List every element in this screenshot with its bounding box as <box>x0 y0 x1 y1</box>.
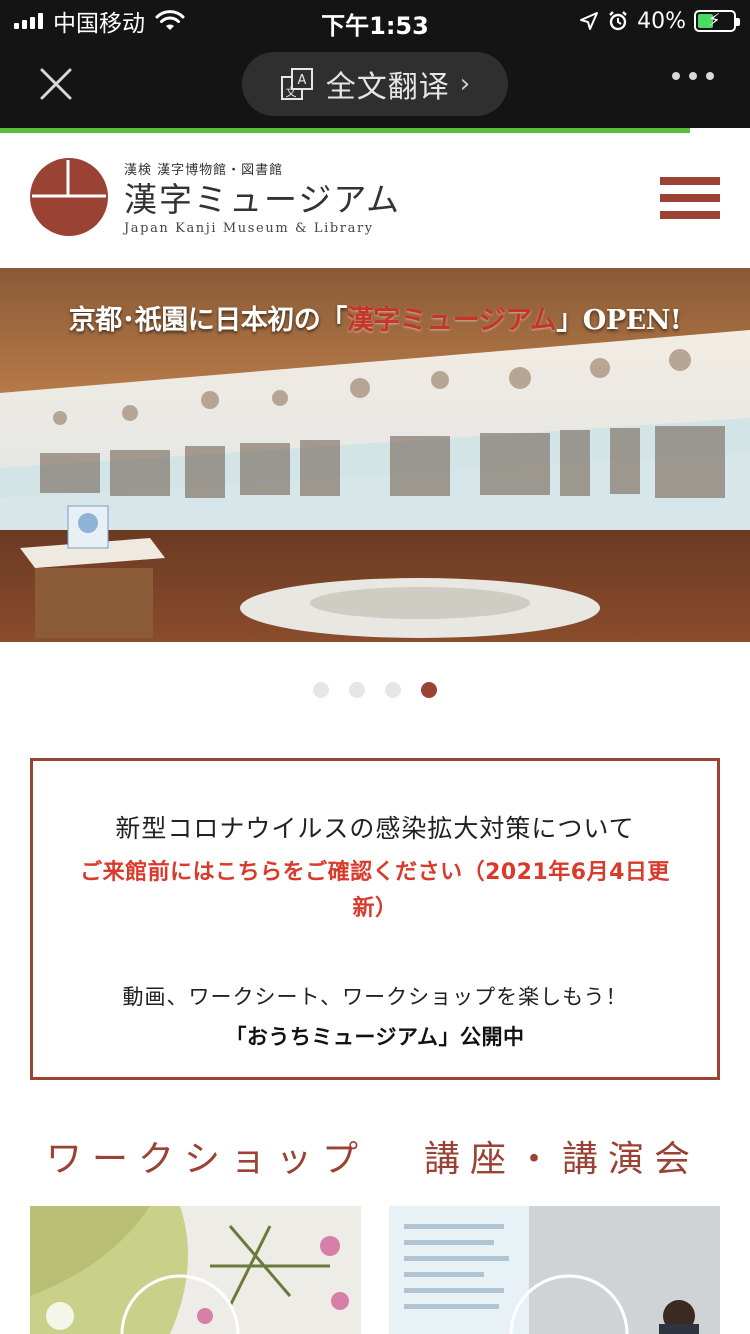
hero-caption-highlight: 漢字ミュージアム <box>346 305 557 336</box>
workshop-image <box>30 1206 361 1334</box>
translate-button[interactable]: A 文 全文翻译 › <box>242 52 508 116</box>
section-title-workshop[interactable]: ワークショップ <box>46 1130 368 1182</box>
workshop-card[interactable] <box>30 1206 361 1334</box>
carousel-dot[interactable] <box>349 682 365 698</box>
carousel-dot[interactable] <box>385 682 401 698</box>
battery-charging-icon: ⚡ <box>694 10 740 32</box>
notice-body: 動画、ワークシート、ワークショップを楽しもう！ <box>122 985 628 1009</box>
carousel-dots <box>0 682 750 698</box>
logo-text[interactable]: 漢検 漢字博物館・図書館 漢字ミュージアム Japan Kanji Museum… <box>124 159 401 236</box>
hero-caption-suffix: 」OPEN! <box>556 305 682 336</box>
section-title-lecture[interactable]: 講座・講演会 <box>424 1130 700 1182</box>
covid-notice: 新型コロナウイルスの感染拡大対策について ご来館前にはこちらをご確認ください（2… <box>30 758 720 1080</box>
logo-subtitle: 漢検 漢字博物館・図書館 <box>124 163 284 178</box>
battery-percent: 40% <box>637 8 686 34</box>
site-header: 漢検 漢字博物館・図書館 漢字ミュージアム Japan Kanji Museum… <box>0 133 750 268</box>
logo-title: 漢字ミュージアム <box>124 180 402 219</box>
home-museum-link[interactable]: 「おうちミュージアム」公開中 <box>33 1021 717 1051</box>
svg-text:文: 文 <box>285 85 296 99</box>
status-bar: 中国移动 下午1:53 40% ⚡ <box>0 0 750 42</box>
status-right: 40% ⚡ <box>579 6 740 36</box>
hero-caption: 京都･祇園に日本初の「漢字ミュージアム」OPEN! <box>0 298 750 337</box>
lecture-image <box>389 1206 720 1334</box>
lecture-card[interactable] <box>389 1206 720 1334</box>
logo-english: Japan Kanji Museum & Library <box>124 221 374 236</box>
hero-caption-prefix: 京都･祇園に日本初の「 <box>68 305 348 336</box>
charging-bolt-icon: ⚡ <box>708 10 721 31</box>
notice-link[interactable]: ご来館前にはこちらをご確認ください（2021年6月4日更新） <box>70 855 680 927</box>
translate-label: 全文翻译 <box>325 70 450 105</box>
museum-logo-icon[interactable] <box>29 157 109 237</box>
alarm-icon <box>609 11 627 31</box>
notice-title: 新型コロナウイルスの感染拡大対策について <box>115 814 635 843</box>
location-icon <box>580 12 599 30</box>
battery-nub <box>736 18 740 26</box>
svg-text:A: A <box>297 73 306 88</box>
carousel-dot[interactable] <box>313 682 329 698</box>
hero-banner[interactable]: 京都･祇園に日本初の「漢字ミュージアム」OPEN! <box>0 268 750 642</box>
carousel-dot[interactable] <box>421 682 437 698</box>
chevron-right-icon: › <box>459 69 471 99</box>
translate-icon: A 文 <box>280 68 313 100</box>
hamburger-menu-icon[interactable] <box>660 177 720 219</box>
close-icon[interactable] <box>36 64 76 104</box>
browser-toolbar: A 文 全文翻译 › <box>0 42 750 128</box>
more-icon[interactable] <box>672 72 714 80</box>
